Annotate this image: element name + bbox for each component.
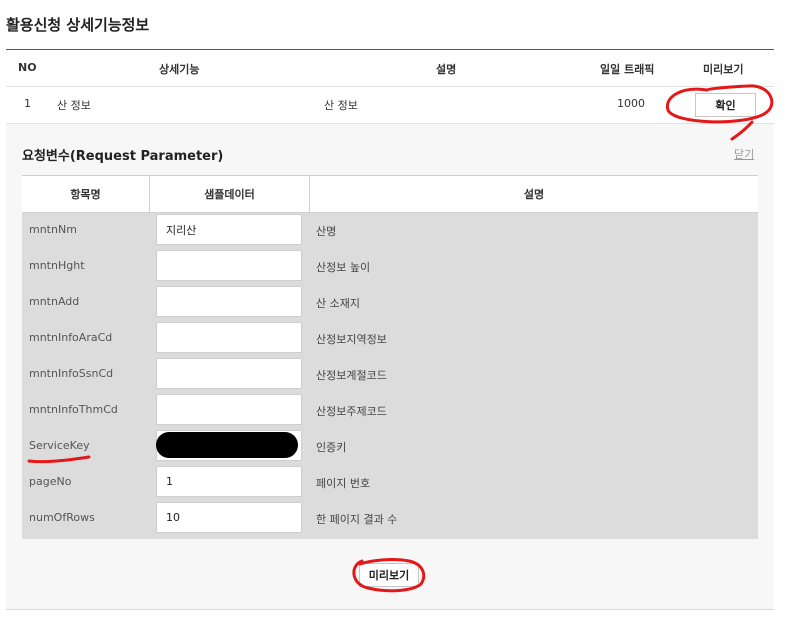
param-description: 인증키 <box>316 441 347 454</box>
column-header-feature: 상세기능 <box>159 63 200 76</box>
column-header-daily-traffic: 일일 트래픽 <box>600 63 655 76</box>
column-header-sample-data: 샘플데이터 <box>204 188 255 201</box>
preview-button[interactable]: 미리보기 <box>359 563 419 587</box>
param-row: mntnAdd 산 소재지 <box>22 284 758 320</box>
param-row: mntnInfoSsnCd 산정보계절코드 <box>22 356 758 392</box>
param-value-input[interactable] <box>156 502 302 533</box>
param-name: mntnInfoAraCd <box>29 331 113 344</box>
divider <box>6 86 774 87</box>
param-row: mntnInfoThmCd 산정보주제코드 <box>22 392 758 428</box>
row-description: 산 정보 <box>324 99 358 112</box>
param-name: pageNo <box>29 475 72 488</box>
confirm-button[interactable]: 확인 <box>695 93 756 117</box>
param-description: 산정보주제코드 <box>316 405 387 418</box>
row-no: 1 <box>24 97 31 110</box>
column-header-param-description: 설명 <box>523 188 545 201</box>
param-row: numOfRows 한 페이지 결과 수 <box>22 500 758 536</box>
param-description: 산정보지역정보 <box>316 333 387 346</box>
param-value-input[interactable] <box>156 358 302 389</box>
param-value-input[interactable] <box>156 322 302 353</box>
param-description: 산명 <box>316 225 337 238</box>
divider <box>6 49 774 50</box>
row-daily-traffic: 1000 <box>617 97 645 110</box>
column-header-item-name: 항목명 <box>70 188 101 201</box>
param-name: mntnAdd <box>29 295 80 308</box>
param-value-input[interactable] <box>156 466 302 497</box>
redaction-mark <box>156 432 298 458</box>
request-parameter-title: 요청변수(Request Parameter) <box>22 149 224 164</box>
column-header-preview: 미리보기 <box>703 63 744 76</box>
param-name: numOfRows <box>29 511 95 524</box>
param-description: 산 소재지 <box>316 297 360 310</box>
param-row: mntnNm 산명 <box>22 212 758 248</box>
param-name: mntnNm <box>29 223 77 236</box>
param-row: mntnHght 산정보 높이 <box>22 248 758 284</box>
param-row: mntnInfoAraCd 산정보지역정보 <box>22 320 758 356</box>
param-description: 페이지 번호 <box>316 477 371 490</box>
param-name: ServiceKey <box>29 439 90 452</box>
column-header-no: NO <box>18 61 37 74</box>
param-description: 산정보계절코드 <box>316 369 387 382</box>
parameter-table-header: 항목명 샘플데이터 설명 <box>22 176 758 213</box>
param-value-input[interactable] <box>156 250 302 281</box>
param-value-input[interactable] <box>156 286 302 317</box>
param-description: 산정보 높이 <box>316 261 371 274</box>
param-value-input[interactable] <box>156 394 302 425</box>
column-header-description: 설명 <box>436 63 457 76</box>
param-name: mntnHght <box>29 259 85 272</box>
row-feature: 산 정보 <box>57 99 91 112</box>
page-title: 활용신청 상세기능정보 <box>6 16 150 34</box>
param-row: ServiceKey 인증키 <box>22 428 758 464</box>
param-name: mntnInfoSsnCd <box>29 367 114 380</box>
param-name: mntnInfoThmCd <box>29 403 118 416</box>
close-link[interactable]: 닫기 <box>734 146 754 162</box>
param-description: 한 페이지 결과 수 <box>316 513 398 526</box>
param-value-input[interactable] <box>156 214 302 245</box>
param-row: pageNo 페이지 번호 <box>22 464 758 500</box>
